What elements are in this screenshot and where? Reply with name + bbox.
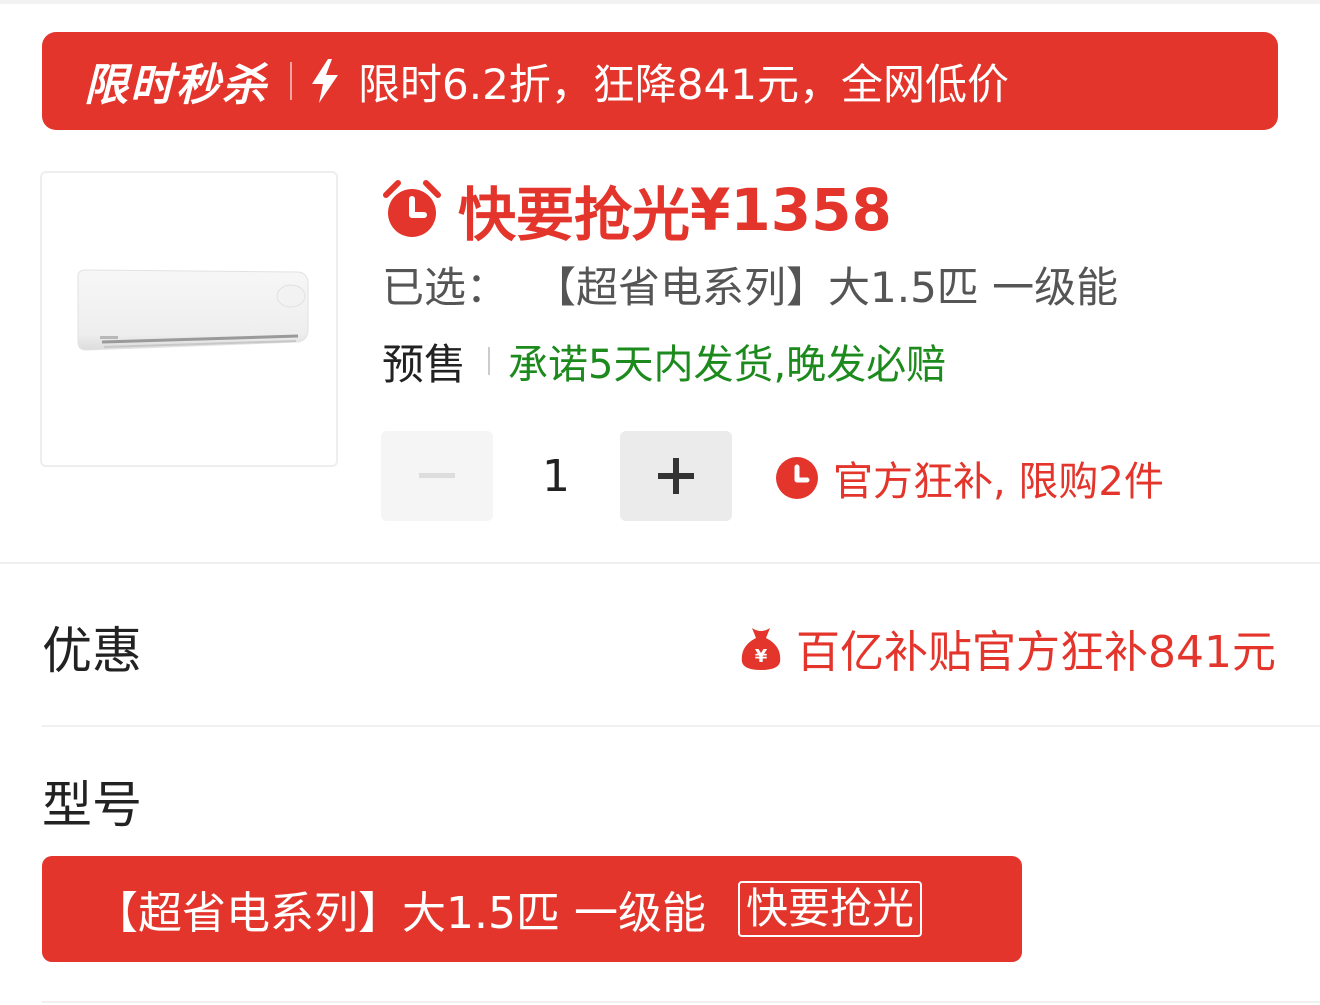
quantity-increase-button[interactable] <box>620 431 732 521</box>
selected-value: 【超省电系列】大1.5匹 一级能 <box>534 262 1119 312</box>
discount-info[interactable]: ¥ 百亿补贴官方狂补841元 <box>738 615 1276 681</box>
section-divider <box>42 1001 1320 1003</box>
flash-sale-separator <box>290 62 292 100</box>
discount-label: 优惠 <box>42 622 142 680</box>
discount-text: 百亿补贴官方狂补841元 <box>796 627 1276 678</box>
section-divider <box>0 562 1320 564</box>
model-option-label: 【超省电系列】大1.5匹 一级能 <box>94 888 706 939</box>
product-price: ¥1358 <box>690 176 892 244</box>
lightning-bolt-icon <box>310 58 344 104</box>
money-bag-icon: ¥ <box>738 624 784 672</box>
product-image[interactable] <box>40 171 338 467</box>
air-conditioner-image <box>77 269 309 351</box>
quantity-decrease-button[interactable] <box>381 431 493 521</box>
presale-row: 预售 承诺5天内发货,晚发必赔 <box>382 332 946 390</box>
model-option-selected[interactable]: 【超省电系列】大1.5匹 一级能 快要抢光 <box>42 856 1022 962</box>
presale-label: 预售 <box>382 339 467 389</box>
price-urgency-label: 快要抢光 <box>458 181 691 249</box>
flash-sale-text: 限时6.2折，狂降841元，全网低价 <box>358 59 1009 109</box>
plus-icon <box>658 458 694 494</box>
shipping-promise: 承诺5天内发货,晚发必赔 <box>508 342 947 388</box>
top-divider <box>0 0 1320 4</box>
presale-separator <box>488 347 491 375</box>
model-option-badge: 快要抢光 <box>737 881 922 937</box>
limit-text: 官方狂补, 限购2件 <box>833 459 1164 505</box>
quantity-value[interactable]: 1 <box>500 431 612 521</box>
flash-sale-banner: 限时秒杀 限时6.2折，狂降841元，全网低价 <box>42 32 1278 130</box>
model-label: 型号 <box>42 776 142 834</box>
minus-icon <box>419 473 455 478</box>
alarm-clock-icon <box>382 179 442 241</box>
flash-sale-title: 限时秒杀 <box>84 60 268 111</box>
price-row: 快要抢光 ¥1358 <box>382 172 892 249</box>
clock-icon <box>775 456 819 500</box>
purchase-limit: 官方狂补, 限购2件 <box>775 448 1164 508</box>
selected-variant[interactable]: 已选： 【超省电系列】大1.5匹 一级能 <box>382 254 1118 314</box>
selected-label: 已选： <box>382 262 509 312</box>
section-divider <box>42 725 1320 727</box>
svg-text:¥: ¥ <box>755 646 768 667</box>
